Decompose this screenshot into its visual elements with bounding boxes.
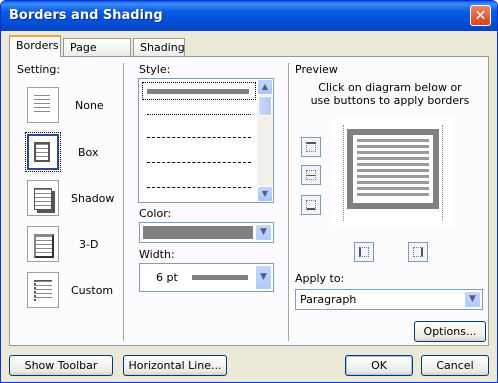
setting-3d-label: 3-D [79,238,99,251]
bottom-border-button[interactable] [301,195,321,215]
setting-box-label: Box [78,146,99,159]
apply-to-value: Paragraph [300,293,357,306]
width-label: Width: [139,248,175,261]
width-sample-line [192,275,248,280]
style-dotted-line[interactable] [147,114,251,115]
style-long-dash-line[interactable] [147,162,251,163]
style-listbox[interactable]: ▲ ▼ [138,78,274,203]
chevron-down-icon[interactable]: ▼ [464,291,481,308]
right-border-icon [413,247,423,257]
style-label: Style: [139,63,171,76]
style-scrollbar[interactable]: ▲ ▼ [257,79,273,202]
tab-borders[interactable]: Borders [9,35,61,57]
style-selected-item[interactable] [142,82,256,100]
scroll-up-icon[interactable]: ▲ [257,79,273,95]
setting-shadow-label: Shadow [71,192,115,205]
ok-button[interactable]: OK [345,355,413,376]
inside-horizontal-border-button[interactable] [301,165,321,185]
separator [123,63,125,341]
tab-shading-label: Shading [140,41,185,54]
tab-page-border[interactable]: Page Border [63,38,131,67]
top-border-button[interactable] [301,137,321,157]
borders-panel: Setting: None Box Shadow 3-D Custom Styl… [9,56,489,346]
tab-borders-label: Borders [16,39,59,52]
color-label: Color: [139,207,172,220]
preview-diagram[interactable] [333,117,454,229]
left-border-button[interactable] [354,242,374,262]
close-icon: ✕ [474,8,487,24]
setting-3d-icon[interactable] [27,226,59,262]
show-toolbar-button[interactable]: Show Toolbar [9,355,113,376]
bottom-border-icon [306,200,316,210]
left-border-icon [359,247,369,257]
separator [288,63,290,341]
color-swatch [143,226,253,239]
width-value: 6 pt [156,271,178,284]
right-border-button[interactable] [408,242,428,262]
cancel-button[interactable]: Cancel [421,355,489,376]
top-border-icon [306,142,316,152]
scroll-thumb[interactable] [258,96,272,116]
setting-custom-icon[interactable] [27,272,59,308]
window-title: Borders and Shading [9,8,163,23]
title-bar[interactable]: Borders and Shading ✕ [1,1,497,31]
apply-to-combobox[interactable]: Paragraph ▼ [295,289,483,310]
chevron-down-icon[interactable]: ▼ [255,265,272,290]
setting-none-icon[interactable] [27,87,59,123]
setting-label: Setting: [17,63,61,76]
setting-custom-label: Custom [71,284,114,297]
setting-box-icon[interactable] [25,132,61,172]
apply-to-label: Apply to: [295,272,345,285]
style-dashed-line[interactable] [147,137,251,138]
tab-shading[interactable]: Shading [133,38,185,56]
color-combobox[interactable]: ▼ [139,222,274,243]
inside-horizontal-border-icon [306,170,316,180]
style-dash-dot-line[interactable] [147,187,251,188]
dialog-window: Borders and Shading ✕ Borders Page Borde… [0,0,498,383]
scroll-down-icon[interactable]: ▼ [257,186,273,202]
preview-box [347,129,439,209]
setting-shadow-icon[interactable] [27,180,59,216]
preview-label: Preview [295,63,338,76]
chevron-down-icon[interactable]: ▼ [255,224,272,241]
horizontal-line-button[interactable]: Horizontal Line... [123,355,227,376]
width-combobox[interactable]: 6 pt ▼ [139,263,274,292]
options-button[interactable]: Options... [414,321,486,342]
close-button[interactable]: ✕ [470,5,491,26]
setting-none-label: None [75,99,104,112]
preview-instructions: Click on diagram below or use buttons to… [310,81,470,107]
